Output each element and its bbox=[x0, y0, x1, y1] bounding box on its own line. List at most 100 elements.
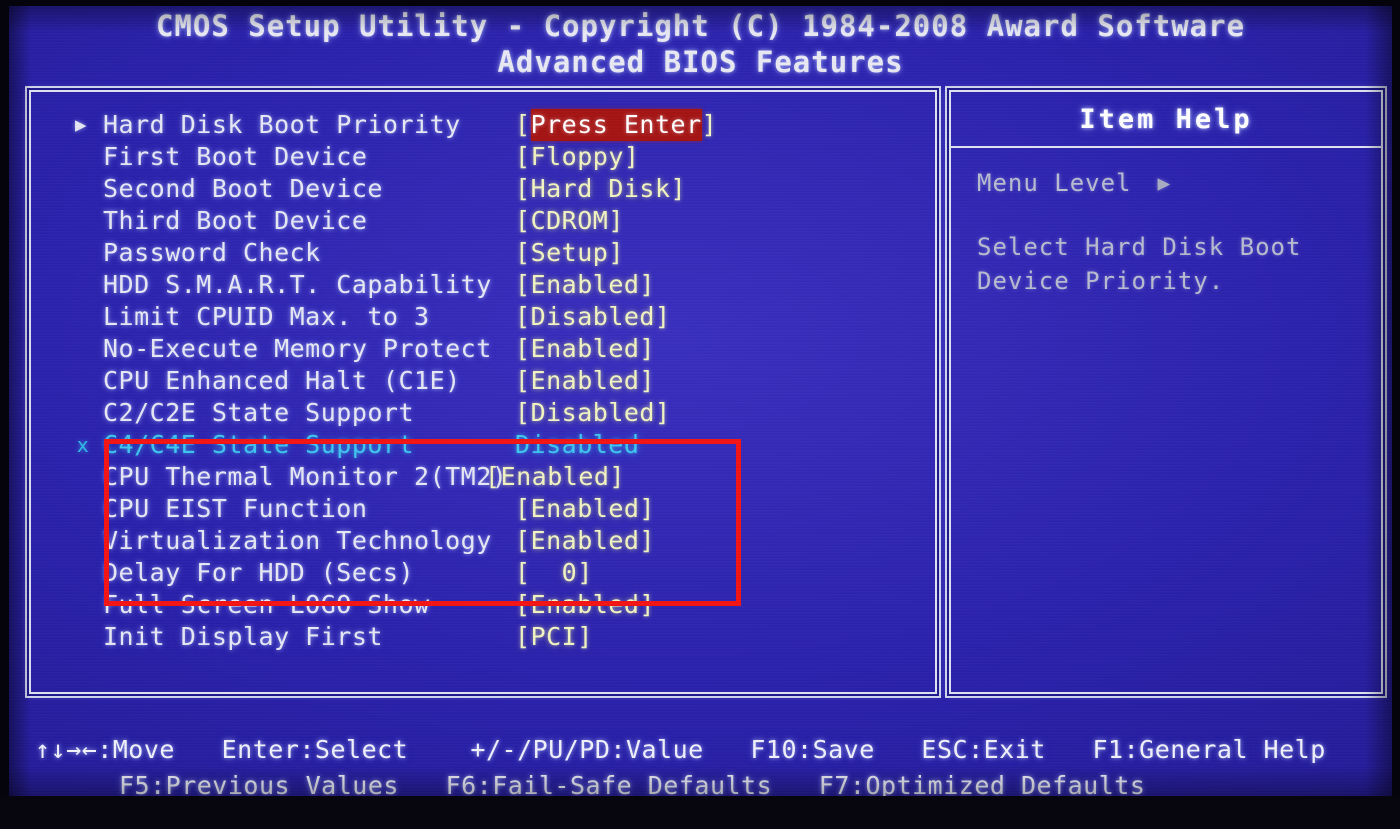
menu-row-label: Init Display First bbox=[103, 622, 383, 651]
menu-row-label: C4/C4E State Support bbox=[103, 430, 415, 459]
value-open-bracket: [ bbox=[515, 206, 531, 235]
title-block: CMOS Setup Utility - Copyright (C) 1984-… bbox=[9, 8, 1392, 80]
menu-row-value[interactable]: [ 0] bbox=[515, 557, 593, 589]
menu-row[interactable]: x C4/C4E State Support Disabled bbox=[67, 429, 907, 461]
menu-row[interactable]: Delay For HDD (Secs) [ 0] bbox=[67, 557, 907, 589]
menu-row[interactable]: Init Display First [PCI] bbox=[67, 621, 907, 653]
menu-row[interactable]: Third Boot Device [CDROM] bbox=[67, 205, 907, 237]
menu-row[interactable]: CPU Enhanced Halt (C1E) [Enabled] bbox=[67, 365, 907, 397]
menu-level-label: Menu Level bbox=[977, 169, 1132, 197]
menu-level-row: Menu Level ▶ bbox=[977, 166, 1367, 200]
menu-row-value[interactable]: [PCI] bbox=[515, 621, 593, 653]
menu-row-value[interactable]: [Enabled] bbox=[515, 365, 655, 397]
menu-row-value[interactable]: [Enabled] bbox=[515, 333, 655, 365]
menu-row-value[interactable]: [Enabled] bbox=[515, 269, 655, 301]
menu-row-value-text: Disabled bbox=[515, 430, 640, 459]
menu-row-value[interactable]: [Setup] bbox=[515, 237, 624, 269]
menu-row-value-text: Enabled bbox=[530, 366, 640, 395]
value-close-bracket: ] bbox=[670, 174, 687, 203]
menu-row-label: CPU EIST Function bbox=[103, 494, 368, 523]
menu-level-arrow-icon: ▶ bbox=[1157, 171, 1172, 195]
menu-row-label: First Boot Device bbox=[103, 142, 368, 171]
menu-row-value-text: Floppy bbox=[530, 142, 624, 171]
selection-arrow-icon: ▶ bbox=[75, 114, 87, 136]
menu-row[interactable]: Second Boot Device [Hard Disk] bbox=[67, 173, 907, 205]
menu-row-label: Password Check bbox=[103, 238, 321, 267]
value-close-bracket: ] bbox=[639, 526, 655, 555]
menu-row-value[interactable]: [Press Enter] bbox=[515, 109, 717, 141]
item-help-panel: Item Help Menu Level ▶ Select Hard Disk … bbox=[949, 90, 1383, 694]
key-legend-line-1: ↑↓→←:Move Enter:Select +/-/PU/PD:Value F… bbox=[35, 735, 1326, 764]
menu-row-value[interactable]: [Floppy] bbox=[515, 141, 639, 173]
value-open-bracket: [ bbox=[515, 398, 531, 427]
menu-row[interactable]: Full Screen LOGO Show [Enabled] bbox=[67, 589, 907, 621]
menu-row-label: Limit CPUID Max. to 3 bbox=[103, 302, 430, 331]
menu-row[interactable]: Limit CPUID Max. to 3 [Disabled] bbox=[67, 301, 907, 333]
bios-screen-photo: CMOS Setup Utility - Copyright (C) 1984-… bbox=[0, 0, 1400, 829]
value-open-bracket: [ bbox=[515, 334, 531, 363]
menu-row[interactable]: CPU EIST Function [Enabled] bbox=[67, 493, 907, 525]
menu-row[interactable]: C2/C2E State Support [Disabled] bbox=[67, 397, 907, 429]
item-help-title-bar: Item Help bbox=[951, 92, 1381, 148]
value-close-bracket: ] bbox=[639, 270, 655, 299]
menu-row-label: Delay For HDD (Secs) bbox=[103, 558, 415, 587]
menu-row-value-text: 0 bbox=[530, 558, 578, 587]
menu-row-value[interactable]: [Enabled] bbox=[485, 461, 625, 493]
page-title: Advanced BIOS Features bbox=[497, 45, 904, 79]
value-close-bracket: ] bbox=[654, 302, 671, 331]
menu-row[interactable]: Password Check [Setup] bbox=[67, 237, 907, 269]
menu-row[interactable]: No-Execute Memory Protect [Enabled] bbox=[67, 333, 907, 365]
menu-row-value[interactable]: [Disabled] bbox=[515, 397, 671, 429]
menu-row-value-text: Enabled bbox=[530, 270, 640, 299]
menu-row-value-text: Disabled bbox=[530, 302, 655, 331]
value-open-bracket: [ bbox=[515, 174, 531, 203]
menu-row-value-text: CDROM bbox=[530, 206, 609, 235]
menu-row-value-text: Enabled bbox=[500, 462, 610, 491]
menu-row-label: Full Screen LOGO Show bbox=[103, 590, 430, 619]
menu-row-label: CPU Enhanced Halt (C1E) bbox=[103, 366, 461, 395]
menu-row-value[interactable]: [Enabled] bbox=[515, 525, 655, 557]
item-help-text-line: Device Priority. bbox=[977, 267, 1225, 295]
settings-menu-list: ▶ Hard Disk Boot Priority [Press Enter] Fir… bbox=[67, 109, 907, 653]
value-close-bracket: ] bbox=[701, 110, 718, 139]
value-close-bracket: ] bbox=[623, 142, 640, 171]
photo-bottom-bezel bbox=[0, 796, 1400, 829]
value-open-bracket: [ bbox=[515, 622, 531, 651]
value-close-bracket: ] bbox=[639, 590, 655, 619]
menu-row-value-text: Setup bbox=[530, 238, 609, 267]
value-close-bracket: ] bbox=[577, 622, 593, 651]
value-open-bracket: [ bbox=[485, 462, 501, 491]
menu-row-label: HDD S.M.A.R.T. Capability bbox=[103, 270, 492, 299]
menu-row[interactable]: Virtualization Technology [Enabled] bbox=[67, 525, 907, 557]
value-open-bracket: [ bbox=[515, 142, 531, 171]
menu-row-value[interactable]: [CDROM] bbox=[515, 205, 624, 237]
menu-row-label: Second Boot Device bbox=[103, 174, 383, 203]
value-open-bracket: [ bbox=[515, 302, 531, 331]
menu-row-label: No-Execute Memory Protect bbox=[103, 334, 492, 363]
menu-row-label: Hard Disk Boot Priority bbox=[103, 110, 461, 139]
value-open-bracket: [ bbox=[515, 526, 531, 555]
settings-panel: ▶ Hard Disk Boot Priority [Press Enter] Fir… bbox=[29, 90, 937, 694]
value-open-bracket: [ bbox=[515, 270, 531, 299]
value-close-bracket: ] bbox=[639, 366, 655, 395]
menu-row-value-text: Enabled bbox=[530, 590, 640, 619]
value-open-bracket: [ bbox=[515, 494, 531, 523]
menu-row-value[interactable]: [Disabled] bbox=[515, 301, 671, 333]
menu-row-value-text: Enabled bbox=[530, 334, 640, 363]
menu-row[interactable]: ▶ Hard Disk Boot Priority [Press Enter] bbox=[67, 109, 907, 141]
menu-row-label: C2/C2E State Support bbox=[103, 398, 415, 427]
key-legend: ↑↓→←:Move Enter:Select +/-/PU/PD:Value F… bbox=[9, 732, 1392, 804]
item-help-text-line: Select Hard Disk Boot bbox=[977, 233, 1302, 261]
menu-row-value[interactable]: [Hard Disk] bbox=[515, 173, 686, 205]
menu-row-value[interactable]: [Enabled] bbox=[515, 493, 655, 525]
menu-row-value-text: Hard Disk bbox=[530, 174, 671, 203]
value-close-bracket: ] bbox=[608, 238, 624, 267]
menu-row-value[interactable]: [Enabled] bbox=[515, 589, 655, 621]
menu-row-value-text: Enabled bbox=[530, 494, 640, 523]
menu-row[interactable]: First Boot Device [Floppy] bbox=[67, 141, 907, 173]
value-close-bracket: ] bbox=[654, 398, 671, 427]
menu-row-value[interactable]: Disabled bbox=[515, 429, 639, 461]
menu-row[interactable]: HDD S.M.A.R.T. Capability [Enabled] bbox=[67, 269, 907, 301]
menu-row[interactable]: CPU Thermal Monitor 2(TM2) [Enabled] bbox=[67, 461, 907, 493]
menu-row-value-text: PCI bbox=[530, 622, 578, 651]
